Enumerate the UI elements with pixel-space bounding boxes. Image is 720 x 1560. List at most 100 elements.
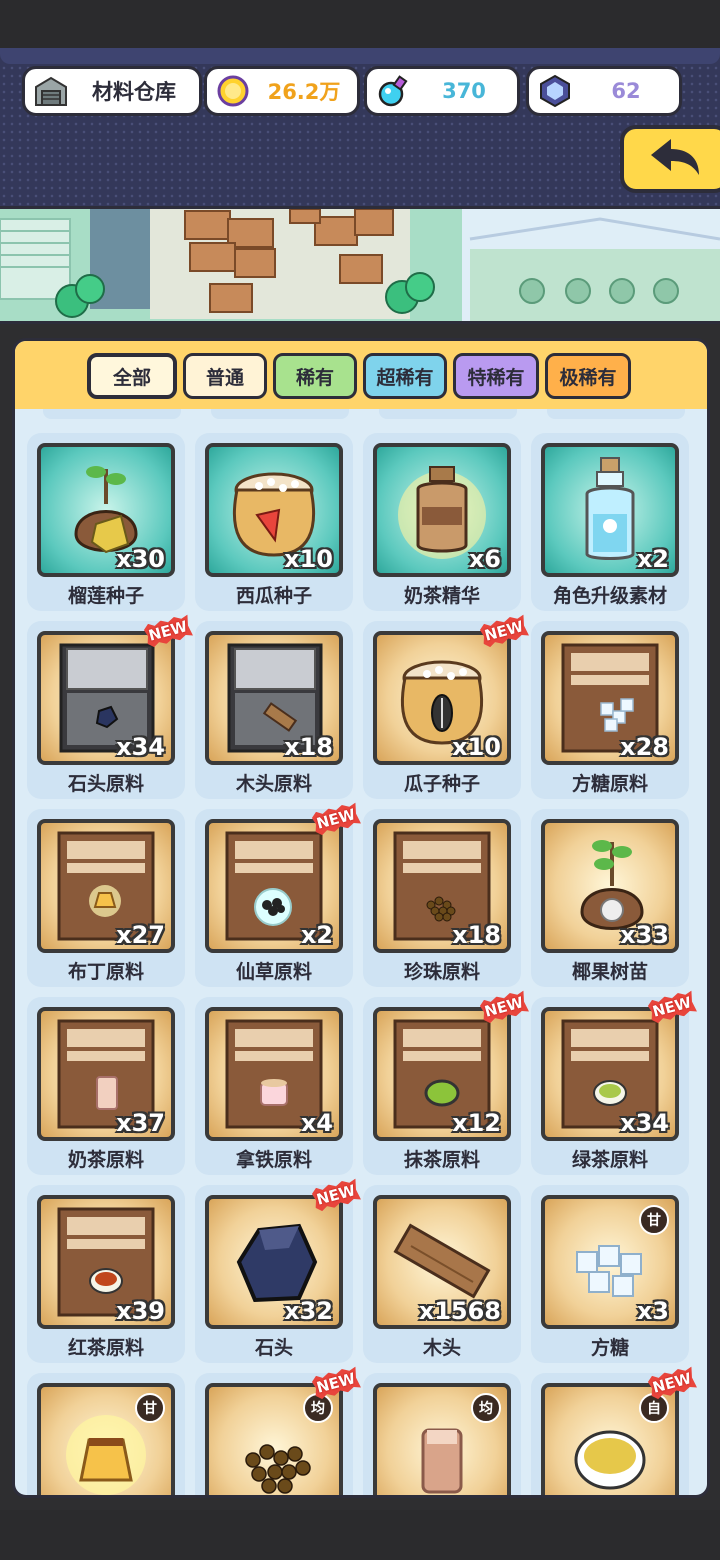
item-quantity: x2: [300, 921, 333, 949]
item-name: 瓜子种子: [403, 773, 480, 795]
item-name: 石头原料: [67, 773, 144, 795]
back-arrow-icon: [647, 137, 703, 181]
item-name: 奶茶原料: [67, 1149, 144, 1171]
item-card[interactable]: x2 仙草原料 NEW: [195, 809, 353, 987]
item-name: 方糖: [590, 1337, 629, 1359]
item-card[interactable]: x34 绿茶原料 NEW: [531, 997, 689, 1175]
item-frame: x6: [373, 443, 511, 577]
item-card[interactable]: x18 木头原料: [195, 621, 353, 799]
new-badge: NEW: [311, 1177, 362, 1212]
new-badge: NEW: [311, 801, 362, 836]
navigation-bar: [0, 1510, 720, 1560]
item-frame: x37: [37, 1007, 175, 1141]
item-card[interactable]: 均 NEW: [195, 1373, 353, 1495]
inventory-panel: 全部 普通 稀有 超稀有 特稀有 极稀有 x30 榴莲种子 x10 西瓜种子 x6 奶茶精…: [12, 338, 710, 1498]
status-bar: [0, 0, 720, 48]
item-card[interactable]: x3 甘方糖: [531, 1185, 689, 1363]
item-frame: 均: [205, 1383, 343, 1495]
tab-common[interactable]: 普通: [183, 353, 267, 399]
item-name: 拿铁原料: [235, 1149, 312, 1171]
potion-amount: 370: [442, 79, 486, 103]
item-card[interactable]: x6 奶茶精华: [363, 433, 521, 611]
item-frame: x10: [373, 631, 511, 765]
item-quantity: x6: [468, 545, 501, 573]
item-card[interactable]: x27 布丁原料: [27, 809, 185, 987]
item-name: 榴莲种子: [67, 585, 144, 607]
item-card[interactable]: x4 拿铁原料: [195, 997, 353, 1175]
warehouse-title-pill: 材料仓库: [22, 66, 202, 116]
item-name: 珍珠原料: [403, 961, 480, 983]
item-quantity: x37: [116, 1109, 165, 1137]
item-quantity: x32: [284, 1297, 333, 1325]
new-badge: NEW: [143, 613, 194, 648]
tab-super-rare[interactable]: 超稀有: [363, 353, 447, 399]
item-frame: x1568: [373, 1195, 511, 1329]
potion-icon: [375, 73, 411, 109]
item-name: 木头: [422, 1337, 461, 1359]
item-name: 布丁原料: [67, 961, 144, 983]
item-type-tag: 均: [471, 1393, 501, 1423]
item-card[interactable]: x1568 木头: [363, 1185, 521, 1363]
new-badge: NEW: [479, 613, 530, 648]
item-frame: x12: [373, 1007, 511, 1141]
warehouse-label: 材料仓库: [92, 80, 176, 104]
item-quantity: x28: [620, 733, 669, 761]
item-card[interactable]: x32 石头 NEW: [195, 1185, 353, 1363]
item-card[interactable]: x34 石头原料 NEW: [27, 621, 185, 799]
item-quantity: x18: [452, 921, 501, 949]
tab-ultra-rare[interactable]: 极稀有: [545, 353, 631, 399]
new-badge: NEW: [647, 1365, 698, 1400]
item-name: 木头原料: [235, 773, 312, 795]
item-card[interactable]: x18 珍珠原料: [363, 809, 521, 987]
item-quantity: x1568: [418, 1297, 501, 1325]
item-frame: 甘: [37, 1383, 175, 1495]
potion-counter: 370: [364, 66, 520, 116]
item-quantity: x2: [636, 545, 669, 573]
item-frame: x32: [205, 1195, 343, 1329]
item-frame: x2: [541, 443, 679, 577]
item-card[interactable]: x39 红茶原料: [27, 1185, 185, 1363]
item-card[interactable]: x12 抹茶原料 NEW: [363, 997, 521, 1175]
coin-amount: 26.2万: [267, 80, 341, 104]
item-type-tag: 甘: [135, 1393, 165, 1423]
item-name: 抹茶原料: [403, 1149, 480, 1171]
item-name: 绿茶原料: [571, 1149, 648, 1171]
item-quantity: x34: [116, 733, 165, 761]
item-quantity: x3: [636, 1297, 669, 1325]
warehouse-scene: [0, 206, 720, 324]
item-name: 西瓜种子: [235, 585, 312, 607]
item-card[interactable]: x30 榴莲种子: [27, 433, 185, 611]
item-frame: x2: [205, 819, 343, 953]
back-button[interactable]: [620, 125, 720, 193]
item-card[interactable]: 自 NEW: [531, 1373, 689, 1495]
item-frame: x34: [541, 1007, 679, 1141]
tab-special-rare[interactable]: 特稀有: [453, 353, 539, 399]
item-card[interactable]: x28 方糖原料: [531, 621, 689, 799]
item-frame: x33: [541, 819, 679, 953]
coin-icon: [215, 73, 251, 109]
item-quantity: x34: [620, 1109, 669, 1137]
item-name: 奶茶精华: [403, 585, 480, 607]
item-card[interactable]: x2 角色升级素材: [531, 433, 689, 611]
item-card[interactable]: x37 奶茶原料: [27, 997, 185, 1175]
item-card[interactable]: x33 椰果树苗: [531, 809, 689, 987]
new-badge: NEW: [311, 1365, 362, 1400]
item-frame: x10: [205, 443, 343, 577]
item-card[interactable]: x10 西瓜种子: [195, 433, 353, 611]
item-card[interactable]: x10 瓜子种子 NEW: [363, 621, 521, 799]
item-card[interactable]: 均: [363, 1373, 521, 1495]
item-quantity: x12: [452, 1109, 501, 1137]
item-quantity: x4: [300, 1109, 333, 1137]
item-card[interactable]: 甘: [27, 1373, 185, 1495]
item-frame: 均: [373, 1383, 511, 1495]
tab-rare[interactable]: 稀有: [273, 353, 357, 399]
item-frame: x18: [373, 819, 511, 953]
item-frame: x28: [541, 631, 679, 765]
item-quantity: x39: [116, 1297, 165, 1325]
item-name: 仙草原料: [235, 961, 312, 983]
item-grid[interactable]: x30 榴莲种子 x10 西瓜种子 x6 奶茶精华 x2 角色升级素材 x34 石头原料 NEW x1…: [15, 409, 707, 1495]
item-frame: x34: [37, 631, 175, 765]
item-name: 椰果树苗: [571, 961, 648, 983]
item-quantity: x30: [116, 545, 165, 573]
tab-all[interactable]: 全部: [87, 353, 177, 399]
